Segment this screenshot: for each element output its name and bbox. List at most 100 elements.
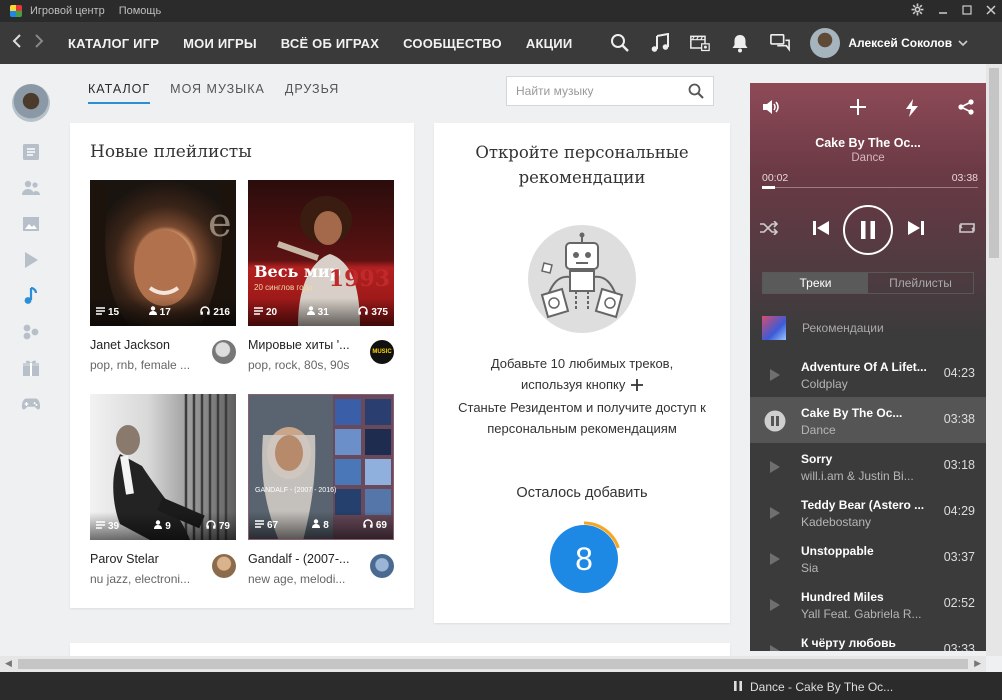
- playlist-stats: 15 17 216: [90, 298, 236, 326]
- nav-community[interactable]: СООБЩЕСТВО: [403, 36, 502, 51]
- close-button[interactable]: [986, 4, 996, 18]
- playlist-author-avatar[interactable]: MUSIC: [370, 340, 394, 364]
- chat-icon[interactable]: [770, 33, 791, 53]
- pause-circle-icon[interactable]: [764, 410, 786, 432]
- recommendations-instructions: Добавьте 10 любимых треков, используя кн…: [454, 353, 710, 439]
- friends-icon[interactable]: [21, 178, 41, 198]
- nav-promotions[interactable]: АКЦИИ: [526, 36, 573, 51]
- music-icon[interactable]: [650, 33, 670, 53]
- track-name: Adventure Of A Lifet...: [801, 360, 927, 374]
- shuffle-icon[interactable]: [760, 219, 779, 240]
- playlist-title[interactable]: Janet Jackson: [90, 338, 208, 352]
- track-name: Teddy Bear (Astero ...: [801, 498, 925, 512]
- playlist-author-avatar[interactable]: [370, 554, 394, 578]
- rec-line-2: используя кнопку: [520, 377, 626, 392]
- tab-playlists[interactable]: Плейлисты: [868, 273, 973, 293]
- groups-icon[interactable]: [21, 322, 41, 342]
- user-menu[interactable]: Алексей Соколов: [810, 28, 968, 58]
- track-row[interactable]: Teddy Bear (Astero ... Kadebostany 04:29: [750, 489, 986, 535]
- horizontal-scrollbar[interactable]: ◀ ▶: [0, 656, 986, 672]
- next-track-icon[interactable]: [907, 220, 925, 241]
- volume-icon[interactable]: [762, 99, 780, 122]
- playlist-tags: nu jazz, electroni...: [90, 572, 191, 586]
- vertical-scrollbar[interactable]: [986, 64, 1002, 656]
- play-icon[interactable]: [764, 456, 786, 478]
- tracks-list-icon: [254, 306, 263, 318]
- scroll-right-arrow-icon[interactable]: ▶: [974, 658, 981, 669]
- play-icon[interactable]: [764, 594, 786, 616]
- playlist-title[interactable]: Мировые хиты '...: [248, 338, 366, 352]
- add-plus-icon[interactable]: [850, 99, 866, 122]
- recommendations-thumbnail: [762, 316, 786, 340]
- music-note-icon[interactable]: [21, 286, 41, 306]
- nav-game-catalog[interactable]: КАТАЛОГ ИГР: [68, 36, 159, 51]
- play-icon[interactable]: [764, 502, 786, 524]
- nav-all-about-games[interactable]: ВСЁ ОБ ИГРАХ: [281, 36, 379, 51]
- playlist-cover[interactable]: e 15 17 216: [90, 180, 236, 326]
- menu-game-center[interactable]: Игровой центр: [30, 5, 105, 17]
- playlist-title[interactable]: Parov Stelar: [90, 552, 208, 566]
- track-row[interactable]: Unstoppable Sia 03:37: [750, 535, 986, 581]
- track-row[interactable]: К чёрту любовь 03:33: [750, 627, 986, 651]
- news-icon[interactable]: [21, 142, 41, 162]
- gifts-icon[interactable]: [21, 358, 41, 378]
- games-gamepad-icon[interactable]: [21, 394, 41, 414]
- bell-icon[interactable]: [730, 33, 750, 53]
- profile-avatar[interactable]: [12, 84, 50, 122]
- mini-player[interactable]: Dance - Cake By The Oc...: [734, 680, 893, 694]
- playlist-item[interactable]: Весь мир 20 синглов года 1993 20 31 375 …: [248, 180, 394, 372]
- user-avatar[interactable]: [810, 28, 841, 58]
- playlist-author-avatar[interactable]: [212, 554, 236, 578]
- track-artist: Coldplay: [801, 377, 848, 391]
- track-artist: Yall Feat. Gabriela R...: [801, 607, 922, 621]
- maximize-button[interactable]: [962, 4, 972, 18]
- nav-my-games[interactable]: МОИ ИГРЫ: [183, 36, 257, 51]
- vertical-scroll-thumb[interactable]: [989, 68, 999, 258]
- playlist-cover[interactable]: Весь мир 20 синглов года 1993 20 31 375: [248, 180, 394, 326]
- minimize-button[interactable]: [938, 4, 948, 18]
- status-bar: Dance - Cake By The Oc...: [0, 672, 1002, 700]
- progress-bar[interactable]: [762, 186, 978, 189]
- mini-pause-icon[interactable]: [734, 680, 742, 694]
- total-time: 03:38: [951, 172, 978, 184]
- playlist-cover[interactable]: 39 9 79: [90, 394, 236, 540]
- scroll-left-arrow-icon[interactable]: ◀: [5, 658, 12, 669]
- track-row[interactable]: Sorry will.i.am & Justin Bi... 03:18: [750, 443, 986, 489]
- followers-person-icon: [148, 306, 157, 318]
- playlist-author-avatar[interactable]: [212, 340, 236, 364]
- play-icon[interactable]: [764, 640, 786, 651]
- playlist-cover[interactable]: GANDALF - (2007 - 2016) 67 8 69: [248, 394, 394, 540]
- svg-text:e: e: [208, 200, 232, 246]
- menu-help[interactable]: Помощь: [119, 5, 162, 17]
- horizontal-scroll-thumb[interactable]: [18, 659, 968, 669]
- tab-friends[interactable]: ДРУЗЬЯ: [285, 82, 339, 104]
- back-chevron-icon[interactable]: [6, 33, 28, 53]
- playlist-item[interactable]: 39 9 79 Parov Stelar nu jazz, electroni.…: [90, 394, 236, 586]
- lightning-icon[interactable]: [906, 99, 918, 122]
- tab-catalog[interactable]: КАТАЛОГ: [88, 82, 151, 104]
- video-icon[interactable]: [690, 33, 711, 53]
- tab-tracks[interactable]: Треки: [763, 273, 868, 293]
- pause-button[interactable]: [843, 205, 893, 255]
- video-play-icon[interactable]: [21, 250, 41, 270]
- recommendations-section-header[interactable]: Рекомендации: [762, 316, 884, 340]
- playlist-title[interactable]: Gandalf - (2007-...: [248, 552, 366, 566]
- tab-my-music[interactable]: МОЯ МУЗЫКА: [170, 82, 265, 104]
- music-search-input[interactable]: Найти музыку: [506, 76, 714, 106]
- share-icon[interactable]: [958, 99, 974, 122]
- play-icon[interactable]: [764, 364, 786, 386]
- track-row[interactable]: Adventure Of A Lifet... Coldplay 04:23: [750, 351, 986, 397]
- photos-icon[interactable]: [21, 214, 41, 234]
- settings-gear-icon[interactable]: [911, 3, 924, 19]
- track-artist: will.i.am & Justin Bi...: [801, 469, 914, 483]
- repeat-icon[interactable]: [958, 221, 976, 240]
- forward-chevron-icon[interactable]: [28, 33, 50, 53]
- playlist-item[interactable]: GANDALF - (2007 - 2016) 67 8 69 Gandalf …: [248, 394, 394, 586]
- search-icon[interactable]: [688, 83, 704, 102]
- play-icon[interactable]: [764, 548, 786, 570]
- previous-track-icon[interactable]: [812, 220, 830, 241]
- track-row[interactable]: Hundred Miles Yall Feat. Gabriela R... 0…: [750, 581, 986, 627]
- playlist-item[interactable]: e 15 17 216 Janet Jackson pop, rnb, fema…: [90, 180, 236, 372]
- track-row-playing[interactable]: Cake By The Oc... Dance 03:38: [750, 397, 986, 443]
- search-icon[interactable]: [610, 33, 630, 53]
